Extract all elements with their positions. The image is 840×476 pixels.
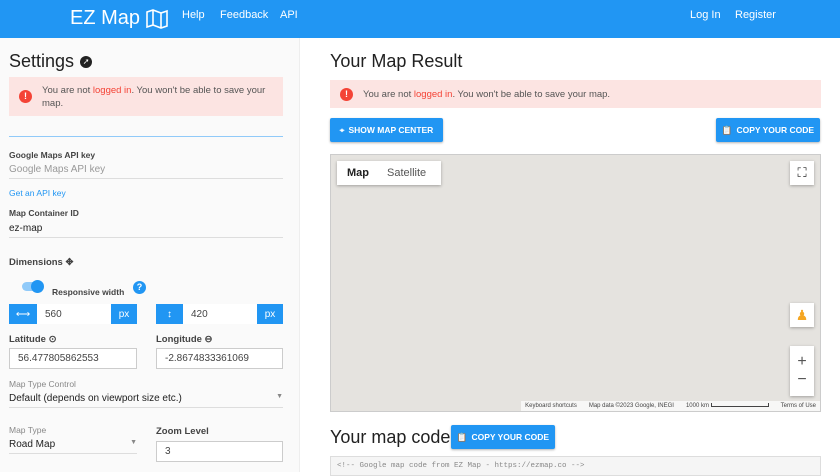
pegman-icon[interactable]: ♟	[790, 303, 814, 327]
show-map-center-button[interactable]: ⌖ SHOW MAP CENTER	[330, 118, 443, 142]
map-type-tabs: Map Satellite	[337, 161, 441, 185]
login-link[interactable]: logged in	[93, 85, 132, 96]
nav-help[interactable]: Help	[182, 9, 205, 21]
dimensions-label: Dimensions ✥	[9, 257, 74, 268]
help-icon[interactable]: ?	[133, 281, 146, 294]
top-navbar: EZ Map Help Feedback API Log In Register	[0, 0, 840, 38]
map-footer: Keyboard shortcuts Map data ©2023 Google…	[521, 401, 820, 411]
terms-link[interactable]: Terms of Use	[781, 403, 816, 409]
error-icon: !	[340, 87, 353, 101]
container-id-label: Map Container ID	[9, 208, 79, 218]
code-title: Your map code	[330, 427, 451, 447]
error-icon: !	[19, 90, 32, 103]
responsive-label: Responsive width	[52, 287, 125, 297]
logo[interactable]: EZ Map	[70, 7, 168, 30]
login-link[interactable]: logged in	[414, 89, 453, 100]
result-title: Your Map Result	[330, 51, 463, 71]
crosshair-icon: ⌖	[339, 124, 345, 135]
longitude-input[interactable]: -2.8674833361069	[156, 348, 283, 369]
nav-feedback[interactable]: Feedback	[220, 9, 268, 21]
height-arrows-icon: ↕	[156, 304, 183, 324]
scale-bar: 1000 km	[686, 403, 769, 409]
zoom-out-button[interactable]: −	[797, 371, 806, 389]
nav-api[interactable]: API	[280, 9, 298, 21]
copy-code-button[interactable]: 📋 COPY YOUR CODE	[716, 118, 820, 142]
width-arrows-icon: ⟷	[9, 304, 37, 324]
container-id-input[interactable]: ez-map	[9, 220, 283, 238]
height-input-group: ↕ 420 px	[156, 304, 283, 324]
zoom-in-button[interactable]: +	[797, 353, 806, 371]
width-input[interactable]: 560	[37, 304, 111, 324]
latitude-input[interactable]: 56.477805862553	[9, 348, 137, 369]
nav-login[interactable]: Log In	[690, 9, 721, 21]
get-api-key-link[interactable]: Get an API key	[9, 188, 66, 198]
map-type-control-label: Map Type Control	[9, 379, 76, 389]
clipboard-icon: 📋	[456, 431, 468, 442]
width-unit: px	[111, 304, 137, 324]
zoom-level-label: Zoom Level	[156, 426, 209, 437]
settings-title: Settings	[9, 51, 75, 71]
map-data-attribution: Map data ©2023 Google, INEGI	[588, 403, 674, 409]
map-type-select[interactable]: Road Map ▼	[9, 436, 137, 454]
responsive-toggle[interactable]	[22, 280, 44, 293]
map-preview[interactable]: Map Satellite ⛶ ♟ + − Keyboard shortcuts …	[330, 154, 821, 412]
logo-text: EZ Map	[70, 7, 141, 29]
tab-satellite[interactable]: Satellite	[379, 167, 434, 179]
code-block[interactable]: <!-- Google map code from EZ Map - https…	[330, 456, 821, 476]
height-input[interactable]: 420	[183, 304, 257, 324]
divider	[9, 136, 283, 137]
fullscreen-icon[interactable]: ⛶	[790, 161, 814, 185]
zoom-level-input[interactable]: 3	[156, 441, 283, 462]
api-key-label: Google Maps API key	[9, 150, 96, 160]
clipboard-icon: 📋	[721, 124, 733, 135]
compass-icon: ➚	[80, 55, 93, 68]
result-login-alert: ! You are not logged in. You won't be ab…	[330, 80, 821, 108]
nav-register[interactable]: Register	[735, 9, 776, 21]
login-alert: ! You are not logged in. You won't be ab…	[9, 77, 283, 116]
map-type-control-select[interactable]: Default (depends on viewport size etc.) ▼	[9, 390, 283, 408]
longitude-label: Longitude ⊖	[156, 334, 213, 345]
api-key-input[interactable]: Google Maps API key	[9, 161, 283, 179]
map-icon	[146, 8, 168, 29]
tab-map[interactable]: Map	[337, 167, 379, 179]
height-unit: px	[257, 304, 283, 324]
latitude-label: Latitude ⊙	[9, 334, 57, 345]
settings-panel: Settings ➚ ! You are not logged in. You …	[0, 38, 300, 472]
map-type-label: Map Type	[9, 425, 47, 435]
zoom-controls: + −	[790, 346, 814, 396]
move-icon: ✥	[65, 257, 74, 268]
keyboard-shortcuts-link[interactable]: Keyboard shortcuts	[525, 403, 577, 409]
width-input-group: ⟷ 560 px	[9, 304, 137, 324]
copy-code-button-2[interactable]: 📋 COPY YOUR CODE	[451, 425, 555, 449]
